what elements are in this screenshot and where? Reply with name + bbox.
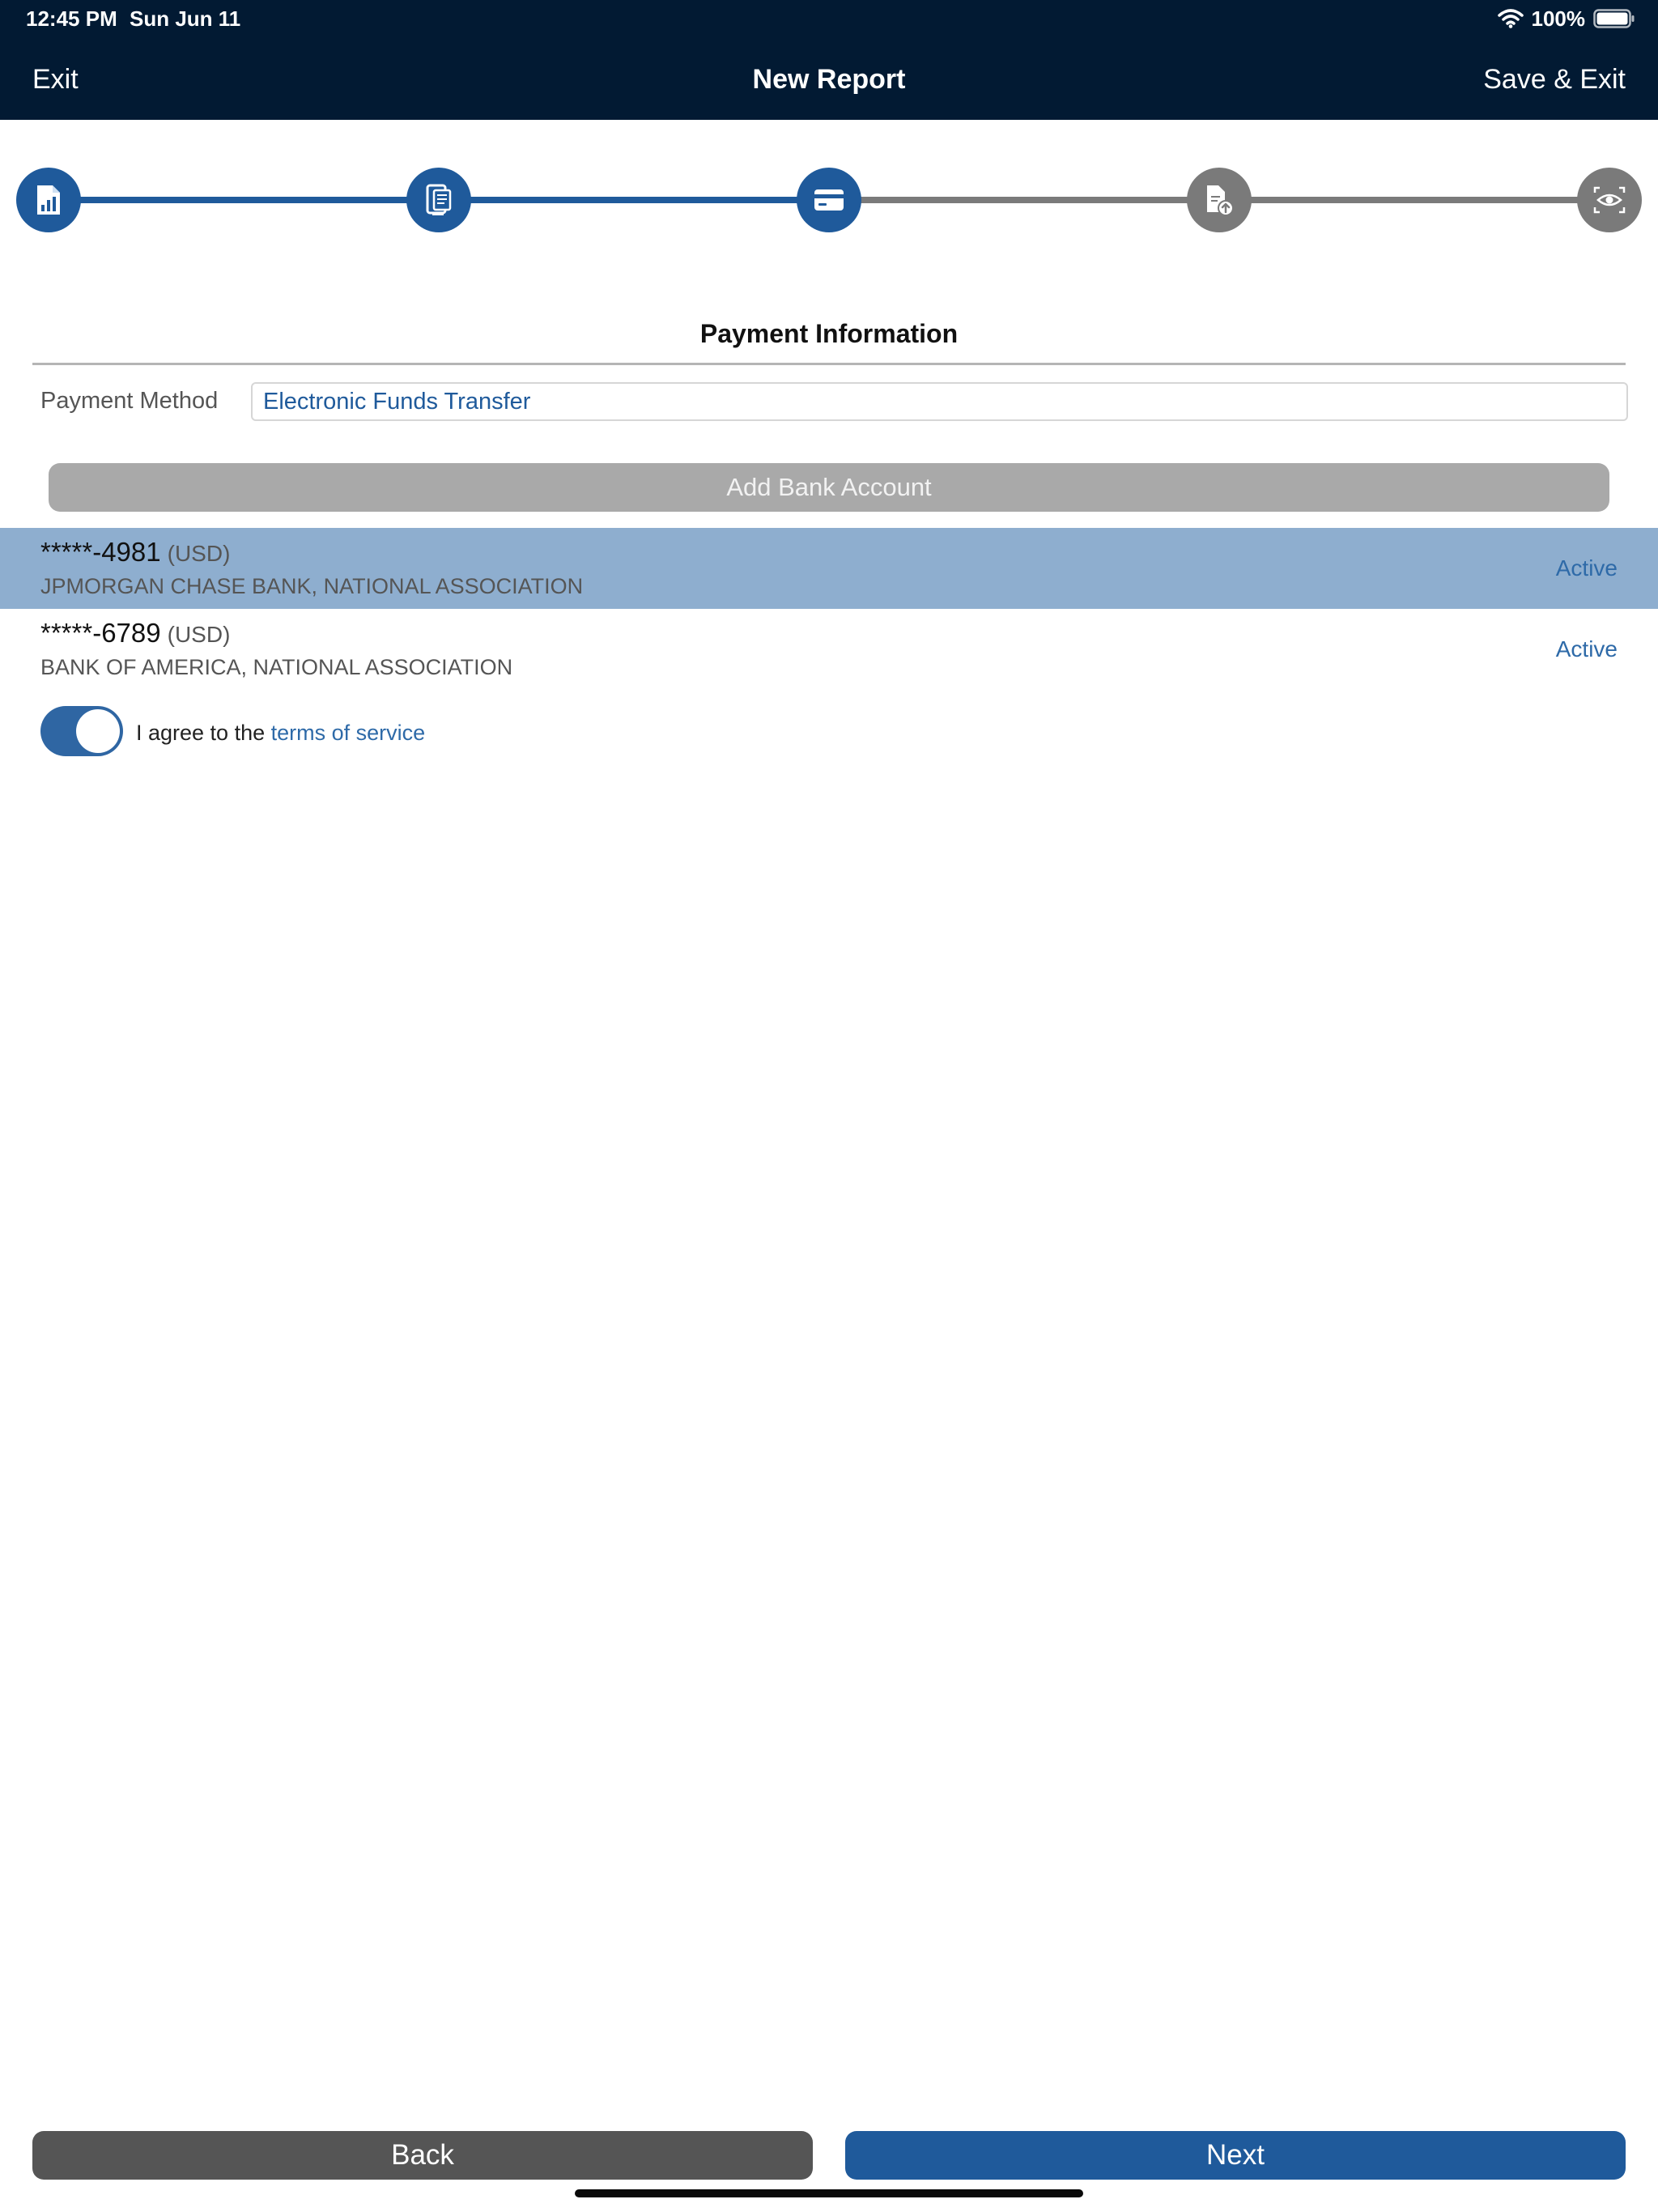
next-button[interactable]: Next	[845, 2131, 1626, 2180]
status-time: 12:45 PM	[26, 6, 117, 31]
terms-of-service-link[interactable]: terms of service	[271, 721, 426, 745]
payment-method-label: Payment Method	[40, 388, 219, 414]
section-title: Payment Information	[699, 319, 959, 348]
stepper-connector-1	[80, 197, 407, 203]
report-chart-icon	[37, 185, 60, 215]
stepper-connector-3	[861, 197, 1188, 203]
battery-percentage: 100%	[1531, 6, 1586, 31]
section-divider	[32, 363, 1626, 365]
terms-agreement-toggle[interactable]	[40, 706, 123, 756]
credit-card-icon	[814, 189, 844, 211]
agree-prefix: I agree to the	[136, 721, 266, 745]
bank-account-row[interactable]: *****-6789 (USD) BANK OF AMERICA, NATIONA…	[0, 609, 1658, 690]
terms-agreement-text: I agree to the terms of service	[136, 719, 425, 747]
step-review[interactable]	[1577, 168, 1642, 232]
account-currency: (USD)	[167, 541, 231, 566]
account-status: Active	[1555, 555, 1618, 581]
page-title: New Report	[752, 64, 906, 95]
home-indicator[interactable]	[575, 2189, 1083, 2197]
status-date: Sun Jun 11	[130, 6, 241, 31]
app-screen: 12:45 PM Sun Jun 11 100% Exit New Report…	[0, 0, 1658, 2212]
step-payment[interactable]	[797, 168, 861, 232]
account-number: *****-6789	[40, 618, 161, 648]
stepper-connector-2	[470, 197, 797, 203]
document-upload-icon	[1207, 185, 1234, 216]
receipt-scan-icon	[426, 184, 452, 215]
bank-name: JPMORGAN CHASE BANK, NATIONAL ASSOCIATIO…	[40, 574, 584, 598]
account-status: Active	[1555, 636, 1618, 661]
account-number: *****-4981	[40, 537, 161, 567]
payment-method-select[interactable]: Electronic Funds Transfer	[251, 382, 1628, 421]
step-attachments[interactable]	[1187, 168, 1252, 232]
step-report[interactable]	[16, 168, 81, 232]
add-bank-account-button[interactable]: Add Bank Account	[49, 463, 1609, 512]
step-receipts[interactable]	[406, 168, 471, 232]
top-bar: 12:45 PM Sun Jun 11 100% Exit New Report…	[0, 0, 1658, 120]
bank-name: BANK OF AMERICA, NATIONAL ASSOCIATION	[40, 655, 513, 679]
back-button[interactable]: Back	[32, 2131, 813, 2180]
battery-icon	[1593, 9, 1635, 28]
bank-account-row[interactable]: *****-4981 (USD) JPMORGAN CHASE BANK, NAT…	[0, 528, 1658, 609]
account-currency: (USD)	[167, 622, 231, 647]
status-indicators: 100%	[1497, 5, 1636, 32]
stepper-connector-4	[1251, 197, 1578, 203]
save-and-exit-button[interactable]: Save & Exit	[1483, 60, 1626, 99]
toggle-knob	[76, 709, 120, 753]
wifi-icon	[1497, 9, 1524, 28]
review-eye-icon	[1593, 186, 1626, 214]
